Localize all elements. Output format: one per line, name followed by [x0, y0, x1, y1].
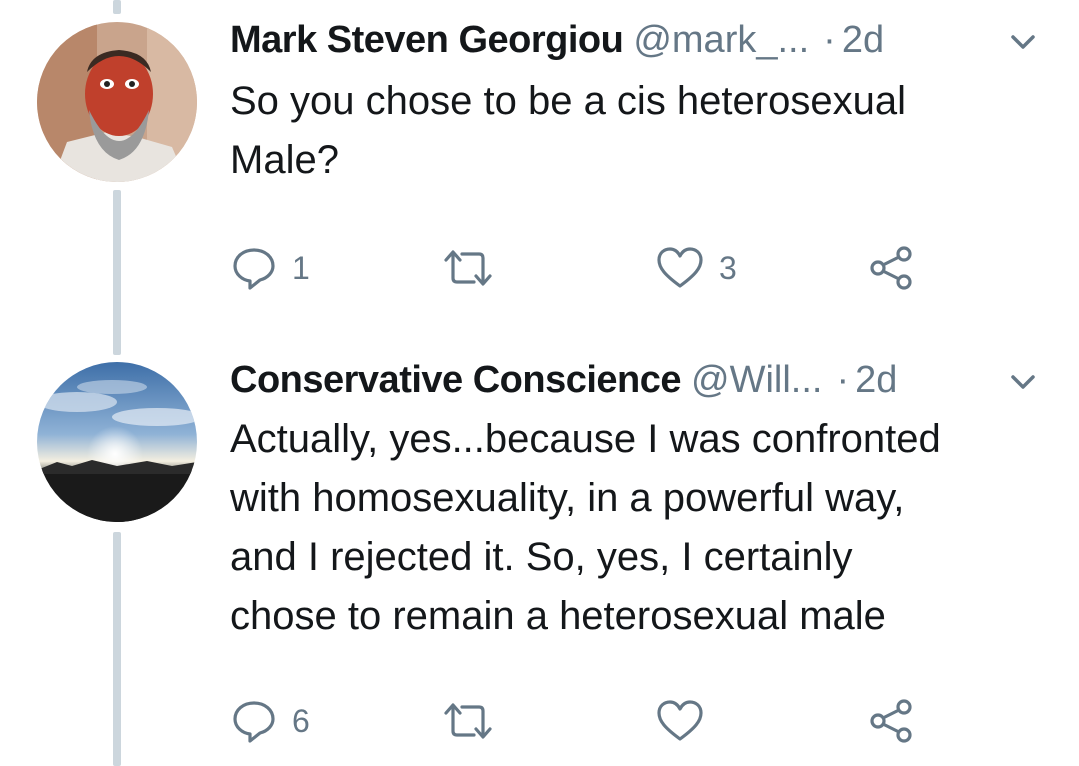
tweet-text-line: chose to remain a heterosexual male — [230, 594, 886, 638]
chevron-down-icon[interactable] — [1005, 364, 1041, 400]
reply-count: 1 — [292, 249, 310, 286]
share-button[interactable] — [866, 243, 916, 293]
tweet-text-line: Male? — [230, 138, 339, 182]
username[interactable]: @Will... — [691, 359, 822, 402]
retweet-icon — [444, 250, 492, 286]
tweet-text-line: So you chose to be a cis heterosexual — [230, 79, 906, 123]
thread-line-top — [113, 0, 121, 14]
timestamp[interactable]: 2d — [842, 19, 884, 62]
thread-line-middle — [113, 190, 121, 355]
retweet-button[interactable] — [440, 696, 510, 746]
speech-bubble-icon — [233, 248, 275, 290]
action-bar: 1 3 — [230, 243, 930, 293]
separator: · — [823, 18, 836, 61]
like-count: 3 — [719, 249, 737, 286]
action-bar: 6 — [230, 696, 930, 746]
share-button[interactable] — [866, 696, 916, 746]
reply-button[interactable]: 1 — [230, 243, 310, 293]
heart-icon — [657, 700, 703, 741]
retweet-button[interactable] — [440, 243, 510, 293]
timestamp[interactable]: 2d — [855, 359, 897, 402]
avatar[interactable] — [37, 22, 197, 182]
tweet-header: Mark Steven Georgiou @mark_... · 2d — [230, 10, 1049, 70]
tweet-header: Conservative Conscience @Will... · 2d — [230, 350, 1049, 410]
reply-button[interactable]: 6 — [230, 696, 310, 746]
display-name[interactable]: Mark Steven Georgiou — [230, 19, 624, 62]
retweet-icon — [444, 703, 492, 739]
tweet-text: Actually, yes...because I was confronted… — [230, 410, 1039, 646]
share-icon — [870, 246, 912, 290]
thread-line-bottom — [113, 532, 121, 766]
avatar[interactable] — [37, 362, 197, 522]
share-icon — [870, 699, 912, 743]
heart-icon — [657, 247, 703, 288]
username[interactable]: @mark_... — [633, 19, 809, 62]
separator: · — [836, 358, 850, 401]
display-name[interactable]: Conservative Conscience — [230, 359, 682, 402]
tweet-text-line: Actually, yes...because I was confronted — [230, 417, 941, 461]
chevron-down-icon[interactable] — [1005, 24, 1041, 60]
tweet-text-line: with homosexuality, in a powerful way, — [230, 476, 905, 520]
like-button[interactable] — [655, 696, 719, 746]
tweet-text-line: and I rejected it. So, yes, I certainly — [230, 535, 853, 579]
reply-count: 6 — [292, 702, 310, 739]
speech-bubble-icon — [233, 701, 275, 743]
like-button[interactable]: 3 — [655, 243, 737, 293]
tweet-text: So you chose to be a cis heterosexual Ma… — [230, 72, 1039, 190]
